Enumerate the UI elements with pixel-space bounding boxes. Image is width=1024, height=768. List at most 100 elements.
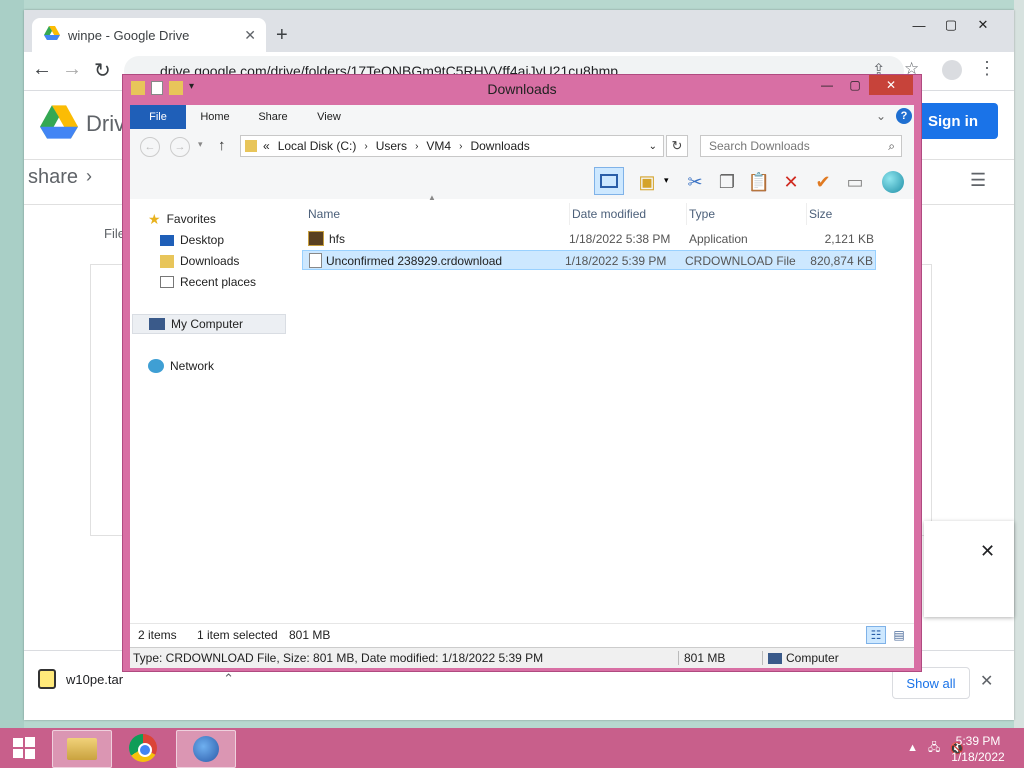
- address-crumb-local-disk[interactable]: Local Disk (C:): [278, 139, 357, 153]
- application-icon: [308, 231, 324, 246]
- breadcrumb-share[interactable]: share: [28, 166, 78, 189]
- explorer-minimize-icon[interactable]: —: [813, 75, 841, 95]
- computer-icon: [768, 652, 782, 664]
- ribbon-tab-share[interactable]: Share: [250, 105, 296, 129]
- system-clock[interactable]: 5:39 PM 1/18/2022: [946, 733, 1010, 765]
- address-crumb-downloads[interactable]: Downloads: [470, 139, 529, 153]
- explorer-address-bar[interactable]: « Local Disk (C:) › Users › VM4 › Downlo…: [240, 135, 664, 157]
- nav-my-computer[interactable]: My Computer: [132, 314, 286, 334]
- ribbon-tab-file[interactable]: File: [130, 105, 186, 129]
- chevron-right-icon: ›: [86, 166, 92, 186]
- internet-globe-icon[interactable]: [880, 169, 906, 195]
- taskbar: ▲ 🖧 🔇 5:39 PM 1/18/2022: [0, 728, 1024, 768]
- explorer-titlebar[interactable]: ▾ Downloads — ▢ ✕: [123, 75, 921, 103]
- paste-icon[interactable]: 📋: [746, 169, 772, 195]
- chrome-menu-icon[interactable]: ⋮: [978, 58, 996, 79]
- close-tab-icon[interactable]: ✕: [244, 27, 256, 44]
- nav-favorites-label: Favorites: [166, 212, 216, 226]
- chevron-up-icon[interactable]: ⌃: [223, 671, 234, 687]
- nav-recent-places[interactable]: Recent places: [160, 272, 256, 292]
- nav-favorites[interactable]: ★ Favorites: [148, 209, 216, 229]
- file-type: CRDOWNLOAD File: [685, 254, 796, 268]
- start-button[interactable]: [0, 728, 48, 768]
- nav-network[interactable]: Network: [148, 356, 214, 376]
- address-dropdown-icon[interactable]: ⌄: [649, 141, 657, 152]
- desktop-icon: [160, 234, 174, 246]
- nav-desktop[interactable]: Desktop: [160, 230, 224, 250]
- taskbar-file-explorer[interactable]: [52, 730, 112, 768]
- file-row-hfs[interactable]: hfs 1/18/2022 5:38 PM Application 2,121 …: [302, 229, 876, 249]
- status-selected: 1 item selected: [197, 628, 278, 642]
- forward-icon[interactable]: →: [62, 58, 82, 81]
- new-tab-icon[interactable]: +: [276, 24, 288, 47]
- minimize-icon[interactable]: —: [904, 14, 934, 36]
- chrome-tab-drive[interactable]: winpe - Google Drive ✕: [32, 18, 266, 52]
- details-location-label: Computer: [786, 651, 839, 665]
- delete-icon[interactable]: ✕: [778, 169, 804, 195]
- drive-brand-text: Driv: [86, 111, 126, 136]
- preview-pane-icon[interactable]: [594, 167, 624, 195]
- profile-avatar-icon[interactable]: [942, 60, 962, 80]
- show-hidden-icons-icon[interactable]: ▲: [907, 742, 918, 754]
- expand-ribbon-icon[interactable]: ⌄: [876, 109, 886, 123]
- taskbar-chrome[interactable]: [114, 730, 172, 766]
- file-size: 2,121 KB: [824, 232, 874, 246]
- refresh-icon[interactable]: ↻: [666, 135, 688, 157]
- network-tray-icon[interactable]: 🖧: [928, 739, 940, 758]
- column-size[interactable]: Size: [806, 203, 879, 225]
- cut-icon[interactable]: ✂: [682, 169, 708, 195]
- nav-recent-label: Recent places: [180, 275, 257, 289]
- crumb-separator-icon: ›: [459, 140, 463, 152]
- column-name[interactable]: Name: [308, 203, 558, 225]
- sort-indicator-icon: ▲: [428, 193, 436, 202]
- taskbar-network-app[interactable]: [176, 730, 236, 768]
- nav-downloads[interactable]: Downloads: [160, 251, 239, 271]
- file-row-crdownload[interactable]: Unconfirmed 238929.crdownload 1/18/2022 …: [302, 250, 876, 270]
- popup-close-icon[interactable]: ✕: [980, 541, 995, 562]
- address-crumb-users[interactable]: Users: [376, 139, 407, 153]
- download-file-name: w10pe.tar: [66, 671, 124, 687]
- ribbon-tab-view[interactable]: View: [306, 105, 352, 129]
- maximize-icon[interactable]: ▢: [936, 14, 966, 36]
- recent-locations-icon[interactable]: ▾: [198, 139, 203, 150]
- back-icon[interactable]: ←: [32, 58, 52, 81]
- nav-forward-icon[interactable]: →: [170, 137, 190, 157]
- reload-icon[interactable]: ↻: [94, 58, 111, 83]
- nav-back-icon[interactable]: ←: [140, 137, 160, 157]
- file-list: ▲ Name Date modified Type Size hfs 1/18/…: [302, 193, 914, 623]
- download-item[interactable]: w10pe.tar ⌃: [38, 669, 234, 689]
- large-icons-view-icon[interactable]: ▤: [890, 626, 908, 644]
- close-download-shelf-icon[interactable]: ✕: [980, 671, 993, 691]
- explorer-window: ▾ Downloads — ▢ ✕ File Home Share View ⌄…: [122, 74, 922, 672]
- up-folder-icon[interactable]: ↑: [218, 137, 226, 154]
- address-prefix[interactable]: «: [263, 139, 270, 153]
- star-icon: ★: [148, 210, 161, 227]
- column-date-modified[interactable]: Date modified: [569, 203, 682, 225]
- nav-network-label: Network: [170, 359, 215, 373]
- file-size: 820,874 KB: [810, 254, 873, 268]
- rename-check-icon[interactable]: ✔: [810, 169, 836, 195]
- desktop-background-right: [1014, 0, 1024, 728]
- list-view-icon[interactable]: ☰: [970, 170, 986, 191]
- column-type[interactable]: Type: [686, 203, 799, 225]
- search-downloads-input[interactable]: Search Downloads ⌕: [700, 135, 902, 157]
- folder-options-dropdown-icon[interactable]: ▾: [664, 175, 669, 186]
- properties-toolbar-icon[interactable]: ▭: [842, 169, 868, 195]
- help-icon[interactable]: ?: [896, 108, 912, 124]
- crumb-separator-icon: ›: [415, 140, 419, 152]
- windows-logo-icon: [13, 737, 35, 759]
- close-icon[interactable]: ✕: [968, 14, 998, 36]
- details-view-icon[interactable]: ☷: [866, 626, 886, 644]
- navigation-pane: ★ Favorites Desktop Downloads Recent pla…: [130, 199, 296, 623]
- clock-date: 1/18/2022: [951, 750, 1005, 764]
- nav-downloads-label: Downloads: [180, 254, 240, 268]
- details-bar: Type: CRDOWNLOAD File, Size: 801 MB, Dat…: [130, 647, 914, 668]
- ribbon-tab-home[interactable]: Home: [192, 105, 238, 129]
- folder-options-icon[interactable]: ▣: [634, 169, 660, 195]
- explorer-close-icon[interactable]: ✕: [869, 75, 913, 95]
- ribbon-tabs: File Home Share View ⌄ ?: [130, 105, 914, 129]
- address-crumb-vm4[interactable]: VM4: [426, 139, 451, 153]
- google-drive-logo-icon: [40, 105, 78, 144]
- copy-icon[interactable]: ❐: [714, 169, 740, 195]
- explorer-maximize-icon[interactable]: ▢: [841, 75, 869, 95]
